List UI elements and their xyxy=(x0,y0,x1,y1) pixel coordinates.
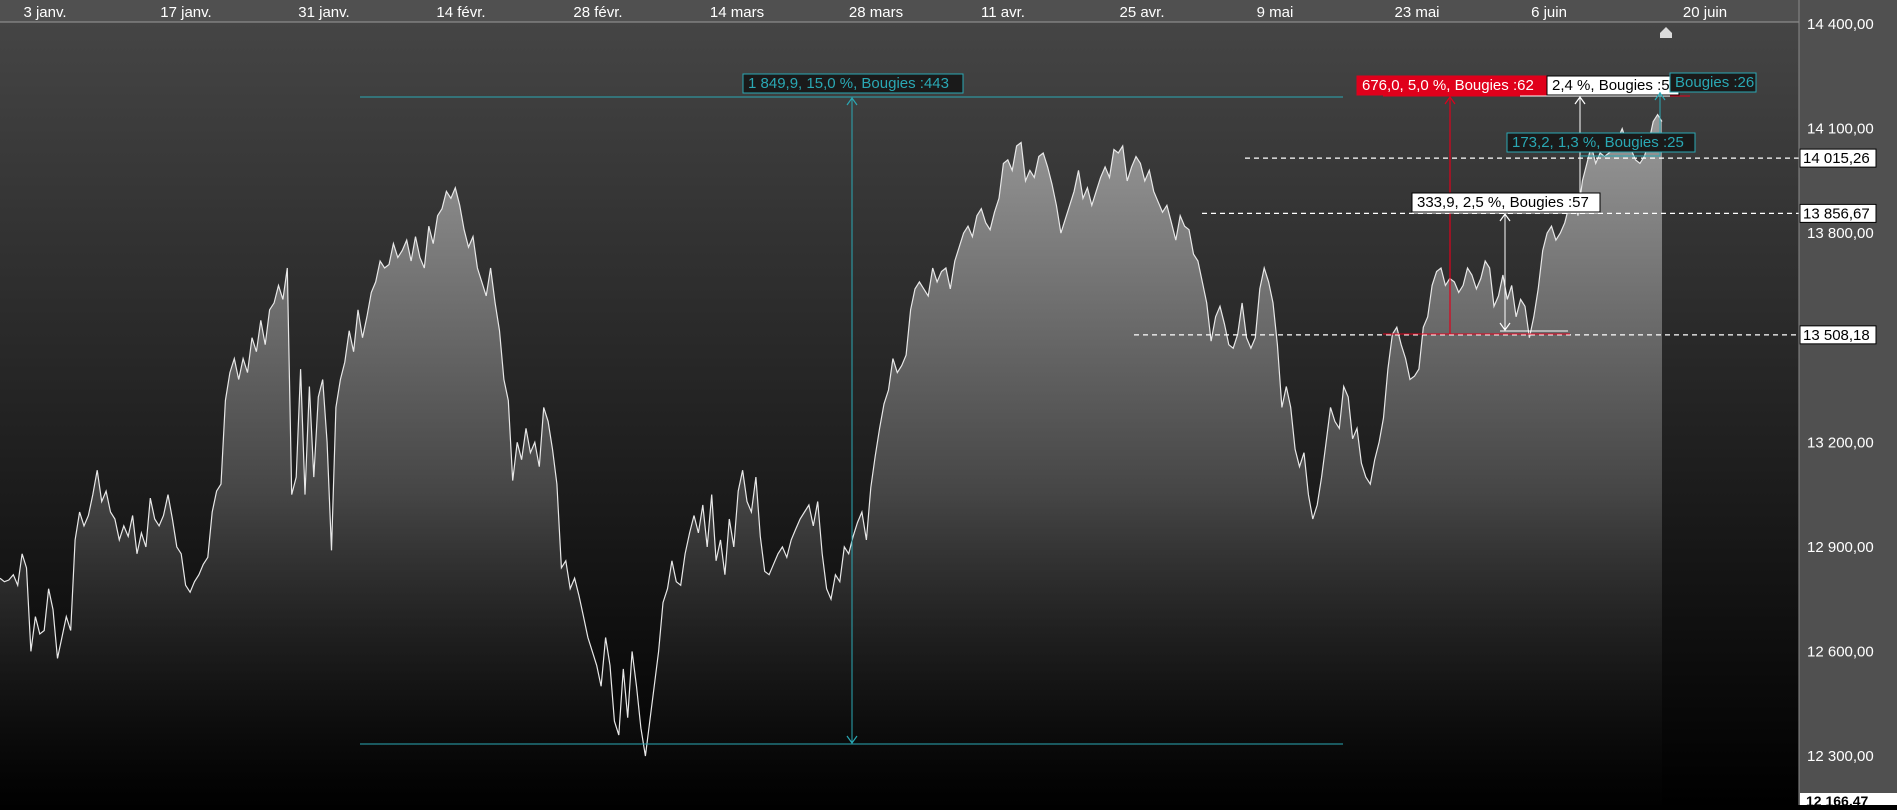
date-tick-label: 28 févr. xyxy=(573,4,622,21)
price-tick-label: 12 900,00 xyxy=(1807,539,1874,556)
measure-3-label: 2,4 %, Bougies :57 xyxy=(1552,77,1678,94)
date-tick-label: 25 avr. xyxy=(1119,4,1164,21)
measure-6-label: 333,9, 2,5 %, Bougies :57 xyxy=(1417,194,1589,211)
date-tick-label: 23 mai xyxy=(1394,4,1439,21)
measure-4-label: Bougies :26 xyxy=(1675,74,1754,91)
measure-2-label: 676,0, 5,0 %, Bougies :62 xyxy=(1362,77,1534,94)
price-tick-label: 14 100,00 xyxy=(1807,121,1874,138)
date-tick-label: 14 févr. xyxy=(436,4,485,21)
date-tick-label: 14 mars xyxy=(710,4,764,21)
price-level-label: 13 508,18 xyxy=(1803,327,1870,344)
measure-5-label: 173,2, 1,3 %, Bougies :25 xyxy=(1512,134,1684,151)
price-tick-label: 12 600,00 xyxy=(1807,643,1874,660)
price-tick-label: 13 200,00 xyxy=(1807,434,1874,451)
price-level-label: 14 015,26 xyxy=(1803,150,1870,167)
measure-1-label: 1 849,9, 15,0 %, Bougies :443 xyxy=(748,75,949,92)
date-tick-label: 20 juin xyxy=(1683,4,1727,21)
price-tick-label: 13 800,00 xyxy=(1807,225,1874,242)
date-tick-label: 31 janv. xyxy=(298,4,349,21)
price-chart[interactable]: 1 849,9, 15,0 %, Bougies :443 676,0, 5,0 … xyxy=(0,0,1897,809)
date-tick-label: 6 juin xyxy=(1531,4,1567,21)
price-tick-label: 12 300,00 xyxy=(1807,748,1874,765)
chart-canvas[interactable]: 1 849,9, 15,0 %, Bougies :443 676,0, 5,0 … xyxy=(0,0,1897,809)
date-tick-label: 17 janv. xyxy=(160,4,211,21)
bottom-price-label: 12 166,47 xyxy=(1806,793,1868,805)
date-tick-label: 28 mars xyxy=(849,4,903,21)
date-tick-label: 11 avr. xyxy=(981,4,1025,21)
price-level-label: 13 856,67 xyxy=(1803,205,1870,222)
price-tick-label: 14 400,00 xyxy=(1807,16,1874,33)
date-tick-label: 3 janv. xyxy=(23,4,66,21)
date-tick-label: 9 mai xyxy=(1257,4,1294,21)
